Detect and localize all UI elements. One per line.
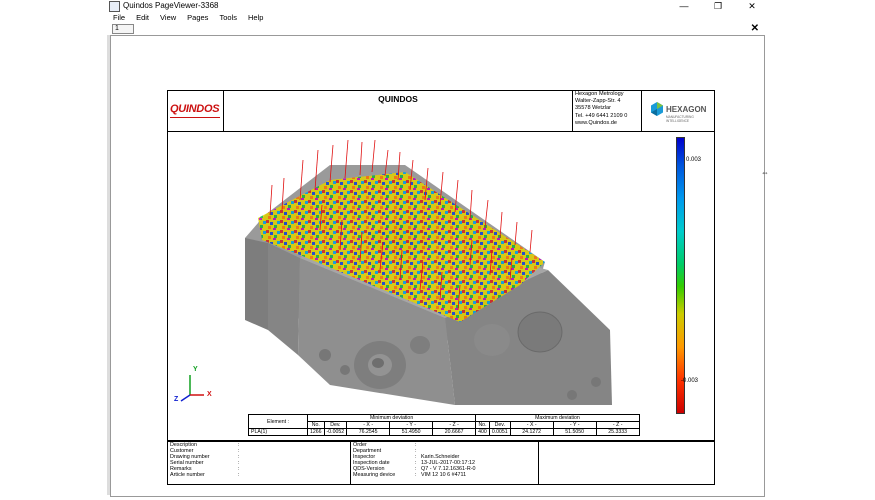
table-cell: 20.6667 <box>432 428 477 436</box>
col-header: - X - <box>509 421 554 429</box>
min-deviation-header: Minimum deviation <box>306 414 477 422</box>
report-footer: Description: Customer: Drawing number: S… <box>167 441 715 485</box>
col-header: Dev. <box>323 421 348 429</box>
col-header: - Z - <box>595 421 640 429</box>
col-header: - Y - <box>552 421 597 429</box>
table-cell: 25.3333 <box>595 428 640 436</box>
footer-colon: : <box>238 472 240 478</box>
footer-value: VIM 12 10 6 #4711 <box>421 472 467 478</box>
scale-min-label: -0.003 <box>681 378 699 384</box>
axis-y-label: Y <box>193 366 198 373</box>
mouse-cursor-icon: ⇔ <box>761 168 769 177</box>
col-header: No. <box>475 421 490 429</box>
footer-right-column <box>539 442 714 484</box>
deviation-color-scale <box>676 137 685 414</box>
table-cell: -0.0052 <box>323 428 348 436</box>
col-header: - Y - <box>389 421 434 429</box>
scale-max-label: 0.003 <box>686 157 702 163</box>
footer-label: Article number <box>170 472 205 478</box>
axis-z-label: Z <box>174 396 179 403</box>
table-row: PLA(1) 1266 -0.0052 76.2545 51.4950 20.6… <box>248 428 640 436</box>
table-cell: 51.4950 <box>389 428 434 436</box>
table-cell: PLA(1) <box>248 428 308 436</box>
table-cell: 51.5050 <box>552 428 597 436</box>
max-deviation-header: Maximum deviation <box>475 414 640 422</box>
axis-x-label: X <box>207 391 212 398</box>
footer-label: Measuring device <box>353 472 396 478</box>
table-cell: 0.0051 <box>488 428 511 436</box>
table-cell: 76.2545 <box>346 428 391 436</box>
col-header: - X - <box>346 421 391 429</box>
table-cell: 400 <box>475 428 490 436</box>
element-header: Element : <box>248 414 308 429</box>
footer-left-column: Description: Customer: Drawing number: S… <box>168 442 351 484</box>
footer-middle-column: Order: Department: Inspector: Karin.Schne… <box>351 442 539 484</box>
axis-triad <box>180 375 204 402</box>
col-header: No. <box>307 421 325 429</box>
deviation-table: Element : Minimum deviation Maximum devi… <box>248 414 640 436</box>
col-header: - Z - <box>432 421 477 429</box>
footer-colon: : <box>415 472 417 478</box>
table-cell: 1266 <box>307 428 325 436</box>
table-cell: 24.1272 <box>509 428 554 436</box>
col-header: Dev. <box>488 421 511 429</box>
